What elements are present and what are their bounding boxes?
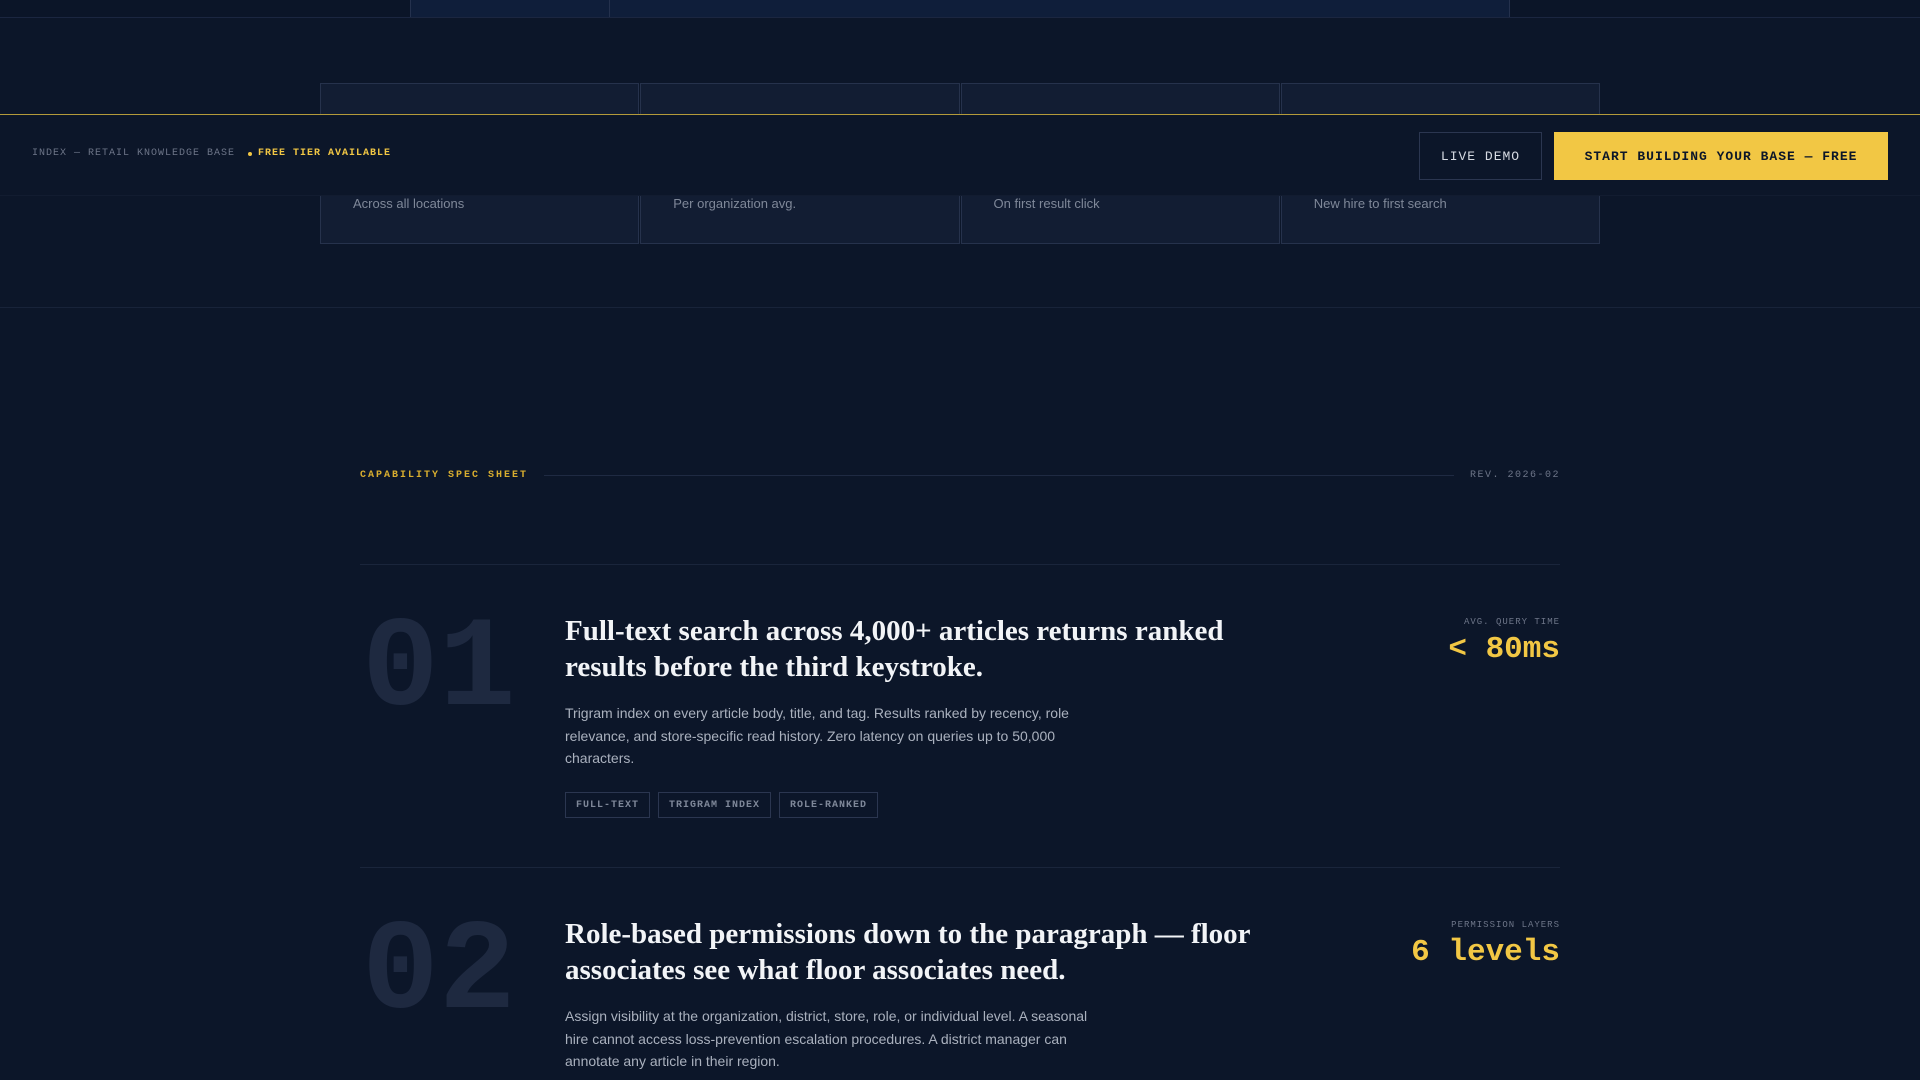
stat-caption: New hire to first search [1313, 196, 1447, 211]
live-demo-button[interactable]: LIVE DEMO [1419, 132, 1542, 180]
feature-tag: ROLE-RANKED [779, 792, 879, 818]
metric-label: PERMISSION LAYERS [1451, 920, 1560, 930]
breadcrumb: INDEX — RETAIL KNOWLEDGE BASE FREE TIER … [32, 148, 391, 159]
feature-metric: PERMISSION LAYERS 6 levels [1411, 920, 1560, 970]
metric-value: < 80ms [1448, 632, 1560, 667]
stat-caption: On first result click [993, 196, 1100, 211]
feature-description: Assign visibility at the organization, d… [565, 1008, 1088, 1069]
stat-caption: Per organization avg. [673, 196, 797, 211]
header-rule [544, 474, 1454, 476]
feature-title: Role-based permissions down to the parag… [565, 918, 1251, 986]
metric-label: AVG. QUERY TIME [1463, 617, 1560, 627]
start-building-button[interactable]: START BUILDING YOUR BASE — FREE [1554, 132, 1888, 180]
top-strip-segment [410, 0, 610, 17]
breadcrumb-text: INDEX — RETAIL KNOWLEDGE BASE [32, 148, 236, 159]
spec-sheet-label: CAPABILITY SPEC SHEET [360, 469, 529, 481]
stat-caption: Across all locations [353, 196, 465, 211]
top-strip-segment [610, 0, 1510, 17]
feature-metric: AVG. QUERY TIME < 80ms [1448, 617, 1560, 667]
feature-tag: FULL-TEXT [565, 792, 651, 818]
feature-tag: TRIGRAM INDEX [658, 792, 772, 818]
feature-row: 01 Full-text search across 4,000+ articl… [360, 564, 1560, 867]
status-dot-icon [248, 151, 253, 156]
top-strip [0, 0, 1920, 18]
section-divider [0, 307, 1920, 308]
metric-value: 6 levels [1411, 935, 1560, 970]
free-tier-badge: FREE TIER AVAILABLE [258, 148, 392, 159]
feature-title: Full-text search across 4,000+ articles … [565, 615, 1224, 683]
feature-row: 02 Role-based permissions down to the pa… [360, 867, 1560, 1080]
spec-sheet-header: CAPABILITY SPEC SHEET REV. 2026-02 [360, 468, 1560, 482]
feature-number: 02 [362, 901, 516, 1046]
revision-label: REV. 2026-02 [1469, 469, 1560, 481]
feature-description: Trigram index on every article body, tit… [565, 705, 1069, 766]
feature-number: 01 [362, 598, 516, 743]
feature-tags: FULL-TEXT TRIGRAM INDEX ROLE-RANKED [565, 792, 886, 818]
sticky-cta-bar: INDEX — RETAIL KNOWLEDGE BASE FREE TIER … [0, 114, 1920, 196]
